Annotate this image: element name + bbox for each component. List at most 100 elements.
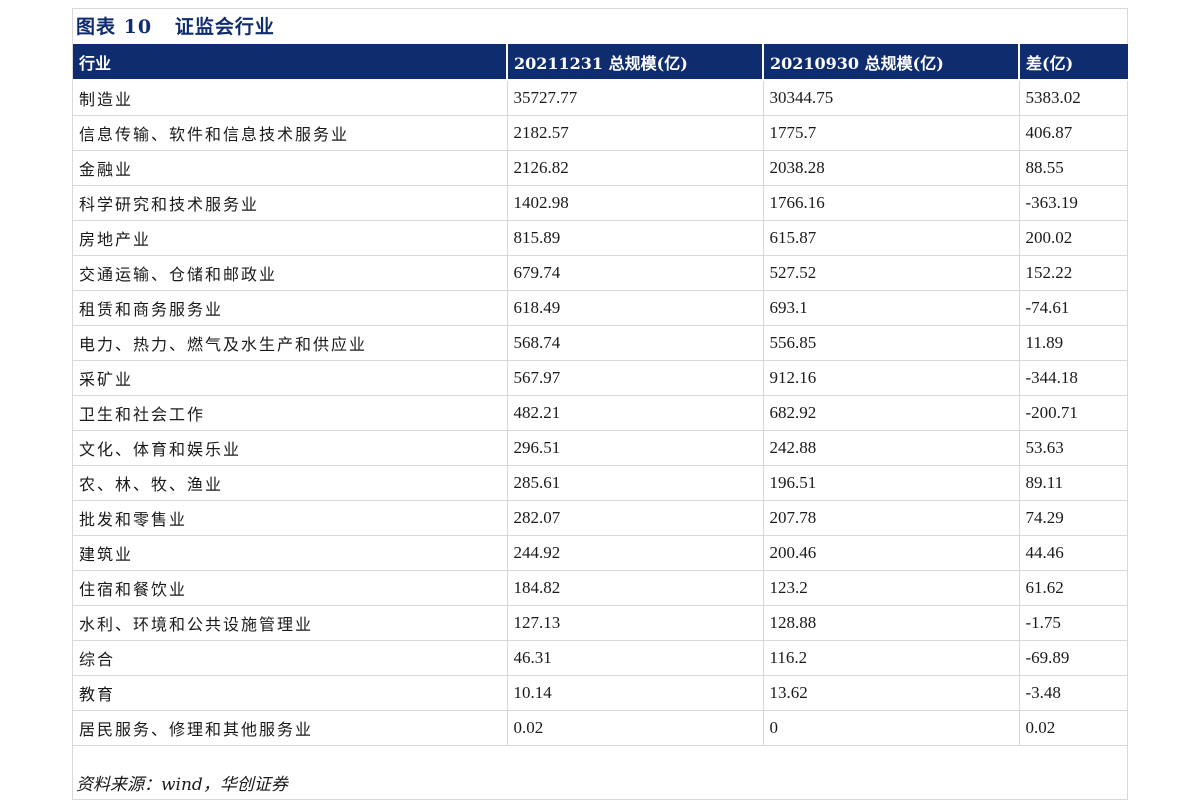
header-difference: 差(亿) bbox=[1019, 44, 1128, 81]
difference-cell: -363.19 bbox=[1019, 185, 1128, 221]
dec-total-cell: 282.07 bbox=[507, 500, 764, 536]
sep-total-cell: 615.87 bbox=[763, 220, 1020, 256]
table-row: 制造业 35727.77 30344.75 5383.02 bbox=[73, 80, 1128, 116]
dec-total-cell: 568.74 bbox=[507, 325, 764, 361]
header-industry: 行业 bbox=[73, 44, 508, 81]
table-row: 房地产业 815.89 615.87 200.02 bbox=[73, 220, 1128, 256]
sep-total-cell: 123.2 bbox=[763, 570, 1020, 606]
industry-table: 行业 20211231 总规模(亿) 20210930 总规模(亿) 差(亿) … bbox=[73, 44, 1128, 746]
difference-cell: 89.11 bbox=[1019, 465, 1128, 501]
sep-total-cell: 693.1 bbox=[763, 290, 1020, 326]
sep-total-cell: 2038.28 bbox=[763, 150, 1020, 186]
dec-total-cell: 1402.98 bbox=[507, 185, 764, 221]
table-row: 信息传输、软件和信息技术服务业 2182.57 1775.7 406.87 bbox=[73, 115, 1128, 151]
industry-cell: 农、林、牧、渔业 bbox=[73, 465, 508, 501]
figure-title: 图表 10 证监会行业 bbox=[76, 16, 275, 38]
table-row: 电力、热力、燃气及水生产和供应业 568.74 556.85 11.89 bbox=[73, 325, 1128, 361]
table-row: 交通运输、仓储和邮政业 679.74 527.52 152.22 bbox=[73, 255, 1128, 291]
table-row: 卫生和社会工作 482.21 682.92 -200.71 bbox=[73, 395, 1128, 431]
header-dec-total: 20211231 总规模(亿) bbox=[507, 44, 764, 81]
difference-cell: -1.75 bbox=[1019, 605, 1128, 641]
industry-cell: 科学研究和技术服务业 bbox=[73, 185, 508, 221]
table-row: 租赁和商务服务业 618.49 693.1 -74.61 bbox=[73, 290, 1128, 326]
header-sep-total: 20210930 总规模(亿) bbox=[763, 44, 1020, 81]
dec-total-cell: 244.92 bbox=[507, 535, 764, 571]
dec-total-cell: 0.02 bbox=[507, 710, 764, 746]
difference-cell: 200.02 bbox=[1019, 220, 1128, 256]
difference-cell: 406.87 bbox=[1019, 115, 1128, 151]
industry-cell: 金融业 bbox=[73, 150, 508, 186]
difference-cell: 11.89 bbox=[1019, 325, 1128, 361]
table-row: 住宿和餐饮业 184.82 123.2 61.62 bbox=[73, 570, 1128, 606]
industry-cell: 水利、环境和公共设施管理业 bbox=[73, 605, 508, 641]
dec-total-cell: 679.74 bbox=[507, 255, 764, 291]
industry-cell: 文化、体育和娱乐业 bbox=[73, 430, 508, 466]
table-row: 农、林、牧、渔业 285.61 196.51 89.11 bbox=[73, 465, 1128, 501]
industry-cell: 交通运输、仓储和邮政业 bbox=[73, 255, 508, 291]
table-row: 教育 10.14 13.62 -3.48 bbox=[73, 675, 1128, 711]
dec-total-cell: 46.31 bbox=[507, 640, 764, 676]
table-row: 采矿业 567.97 912.16 -344.18 bbox=[73, 360, 1128, 396]
table-body: 制造业 35727.77 30344.75 5383.02 信息传输、软件和信息技术服务… bbox=[73, 80, 1128, 746]
table-row: 水利、环境和公共设施管理业 127.13 128.88 -1.75 bbox=[73, 605, 1128, 641]
dec-total-cell: 618.49 bbox=[507, 290, 764, 326]
difference-cell: -69.89 bbox=[1019, 640, 1128, 676]
table-row: 建筑业 244.92 200.46 44.46 bbox=[73, 535, 1128, 571]
sep-total-cell: 116.2 bbox=[763, 640, 1020, 676]
difference-cell: 44.46 bbox=[1019, 535, 1128, 571]
table-header-row: 行业 20211231 总规模(亿) 20210930 总规模(亿) 差(亿) bbox=[73, 44, 1128, 81]
table-row: 批发和零售业 282.07 207.78 74.29 bbox=[73, 500, 1128, 536]
sep-total-cell: 242.88 bbox=[763, 430, 1020, 466]
sep-total-cell: 13.62 bbox=[763, 675, 1020, 711]
dec-total-cell: 296.51 bbox=[507, 430, 764, 466]
dec-total-cell: 10.14 bbox=[507, 675, 764, 711]
sep-total-cell: 207.78 bbox=[763, 500, 1020, 536]
industry-cell: 综合 bbox=[73, 640, 508, 676]
sep-total-cell: 912.16 bbox=[763, 360, 1020, 396]
industry-cell: 卫生和社会工作 bbox=[73, 395, 508, 431]
industry-cell: 租赁和商务服务业 bbox=[73, 290, 508, 326]
difference-cell: 61.62 bbox=[1019, 570, 1128, 606]
dec-total-cell: 2126.82 bbox=[507, 150, 764, 186]
industry-cell: 制造业 bbox=[73, 80, 508, 116]
sep-total-cell: 196.51 bbox=[763, 465, 1020, 501]
sep-total-cell: 1775.7 bbox=[763, 115, 1020, 151]
dec-total-cell: 285.61 bbox=[507, 465, 764, 501]
difference-cell: -200.71 bbox=[1019, 395, 1128, 431]
difference-cell: 74.29 bbox=[1019, 500, 1128, 536]
industry-cell: 建筑业 bbox=[73, 535, 508, 571]
sep-total-cell: 30344.75 bbox=[763, 80, 1020, 116]
sep-total-cell: 1766.16 bbox=[763, 185, 1020, 221]
industry-cell: 教育 bbox=[73, 675, 508, 711]
sep-total-cell: 556.85 bbox=[763, 325, 1020, 361]
dec-total-cell: 184.82 bbox=[507, 570, 764, 606]
industry-cell: 电力、热力、燃气及水生产和供应业 bbox=[73, 325, 508, 361]
table-row: 文化、体育和娱乐业 296.51 242.88 53.63 bbox=[73, 430, 1128, 466]
difference-cell: 0.02 bbox=[1019, 710, 1128, 746]
difference-cell: 5383.02 bbox=[1019, 80, 1128, 116]
dec-total-cell: 127.13 bbox=[507, 605, 764, 641]
sep-total-cell: 0 bbox=[763, 710, 1020, 746]
source-note: 资料来源：wind，华创证券 bbox=[76, 775, 288, 795]
sep-total-cell: 682.92 bbox=[763, 395, 1020, 431]
table-row: 金融业 2126.82 2038.28 88.55 bbox=[73, 150, 1128, 186]
industry-cell: 住宿和餐饮业 bbox=[73, 570, 508, 606]
dec-total-cell: 815.89 bbox=[507, 220, 764, 256]
industry-cell: 居民服务、修理和其他服务业 bbox=[73, 710, 508, 746]
table-row: 综合 46.31 116.2 -69.89 bbox=[73, 640, 1128, 676]
difference-cell: -74.61 bbox=[1019, 290, 1128, 326]
table-row: 科学研究和技术服务业 1402.98 1766.16 -363.19 bbox=[73, 185, 1128, 221]
industry-cell: 批发和零售业 bbox=[73, 500, 508, 536]
difference-cell: -3.48 bbox=[1019, 675, 1128, 711]
dec-total-cell: 35727.77 bbox=[507, 80, 764, 116]
difference-cell: -344.18 bbox=[1019, 360, 1128, 396]
dec-total-cell: 567.97 bbox=[507, 360, 764, 396]
difference-cell: 152.22 bbox=[1019, 255, 1128, 291]
sep-total-cell: 128.88 bbox=[763, 605, 1020, 641]
industry-cell: 房地产业 bbox=[73, 220, 508, 256]
industry-cell: 采矿业 bbox=[73, 360, 508, 396]
table-row: 居民服务、修理和其他服务业 0.02 0 0.02 bbox=[73, 710, 1128, 746]
dec-total-cell: 2182.57 bbox=[507, 115, 764, 151]
difference-cell: 53.63 bbox=[1019, 430, 1128, 466]
difference-cell: 88.55 bbox=[1019, 150, 1128, 186]
